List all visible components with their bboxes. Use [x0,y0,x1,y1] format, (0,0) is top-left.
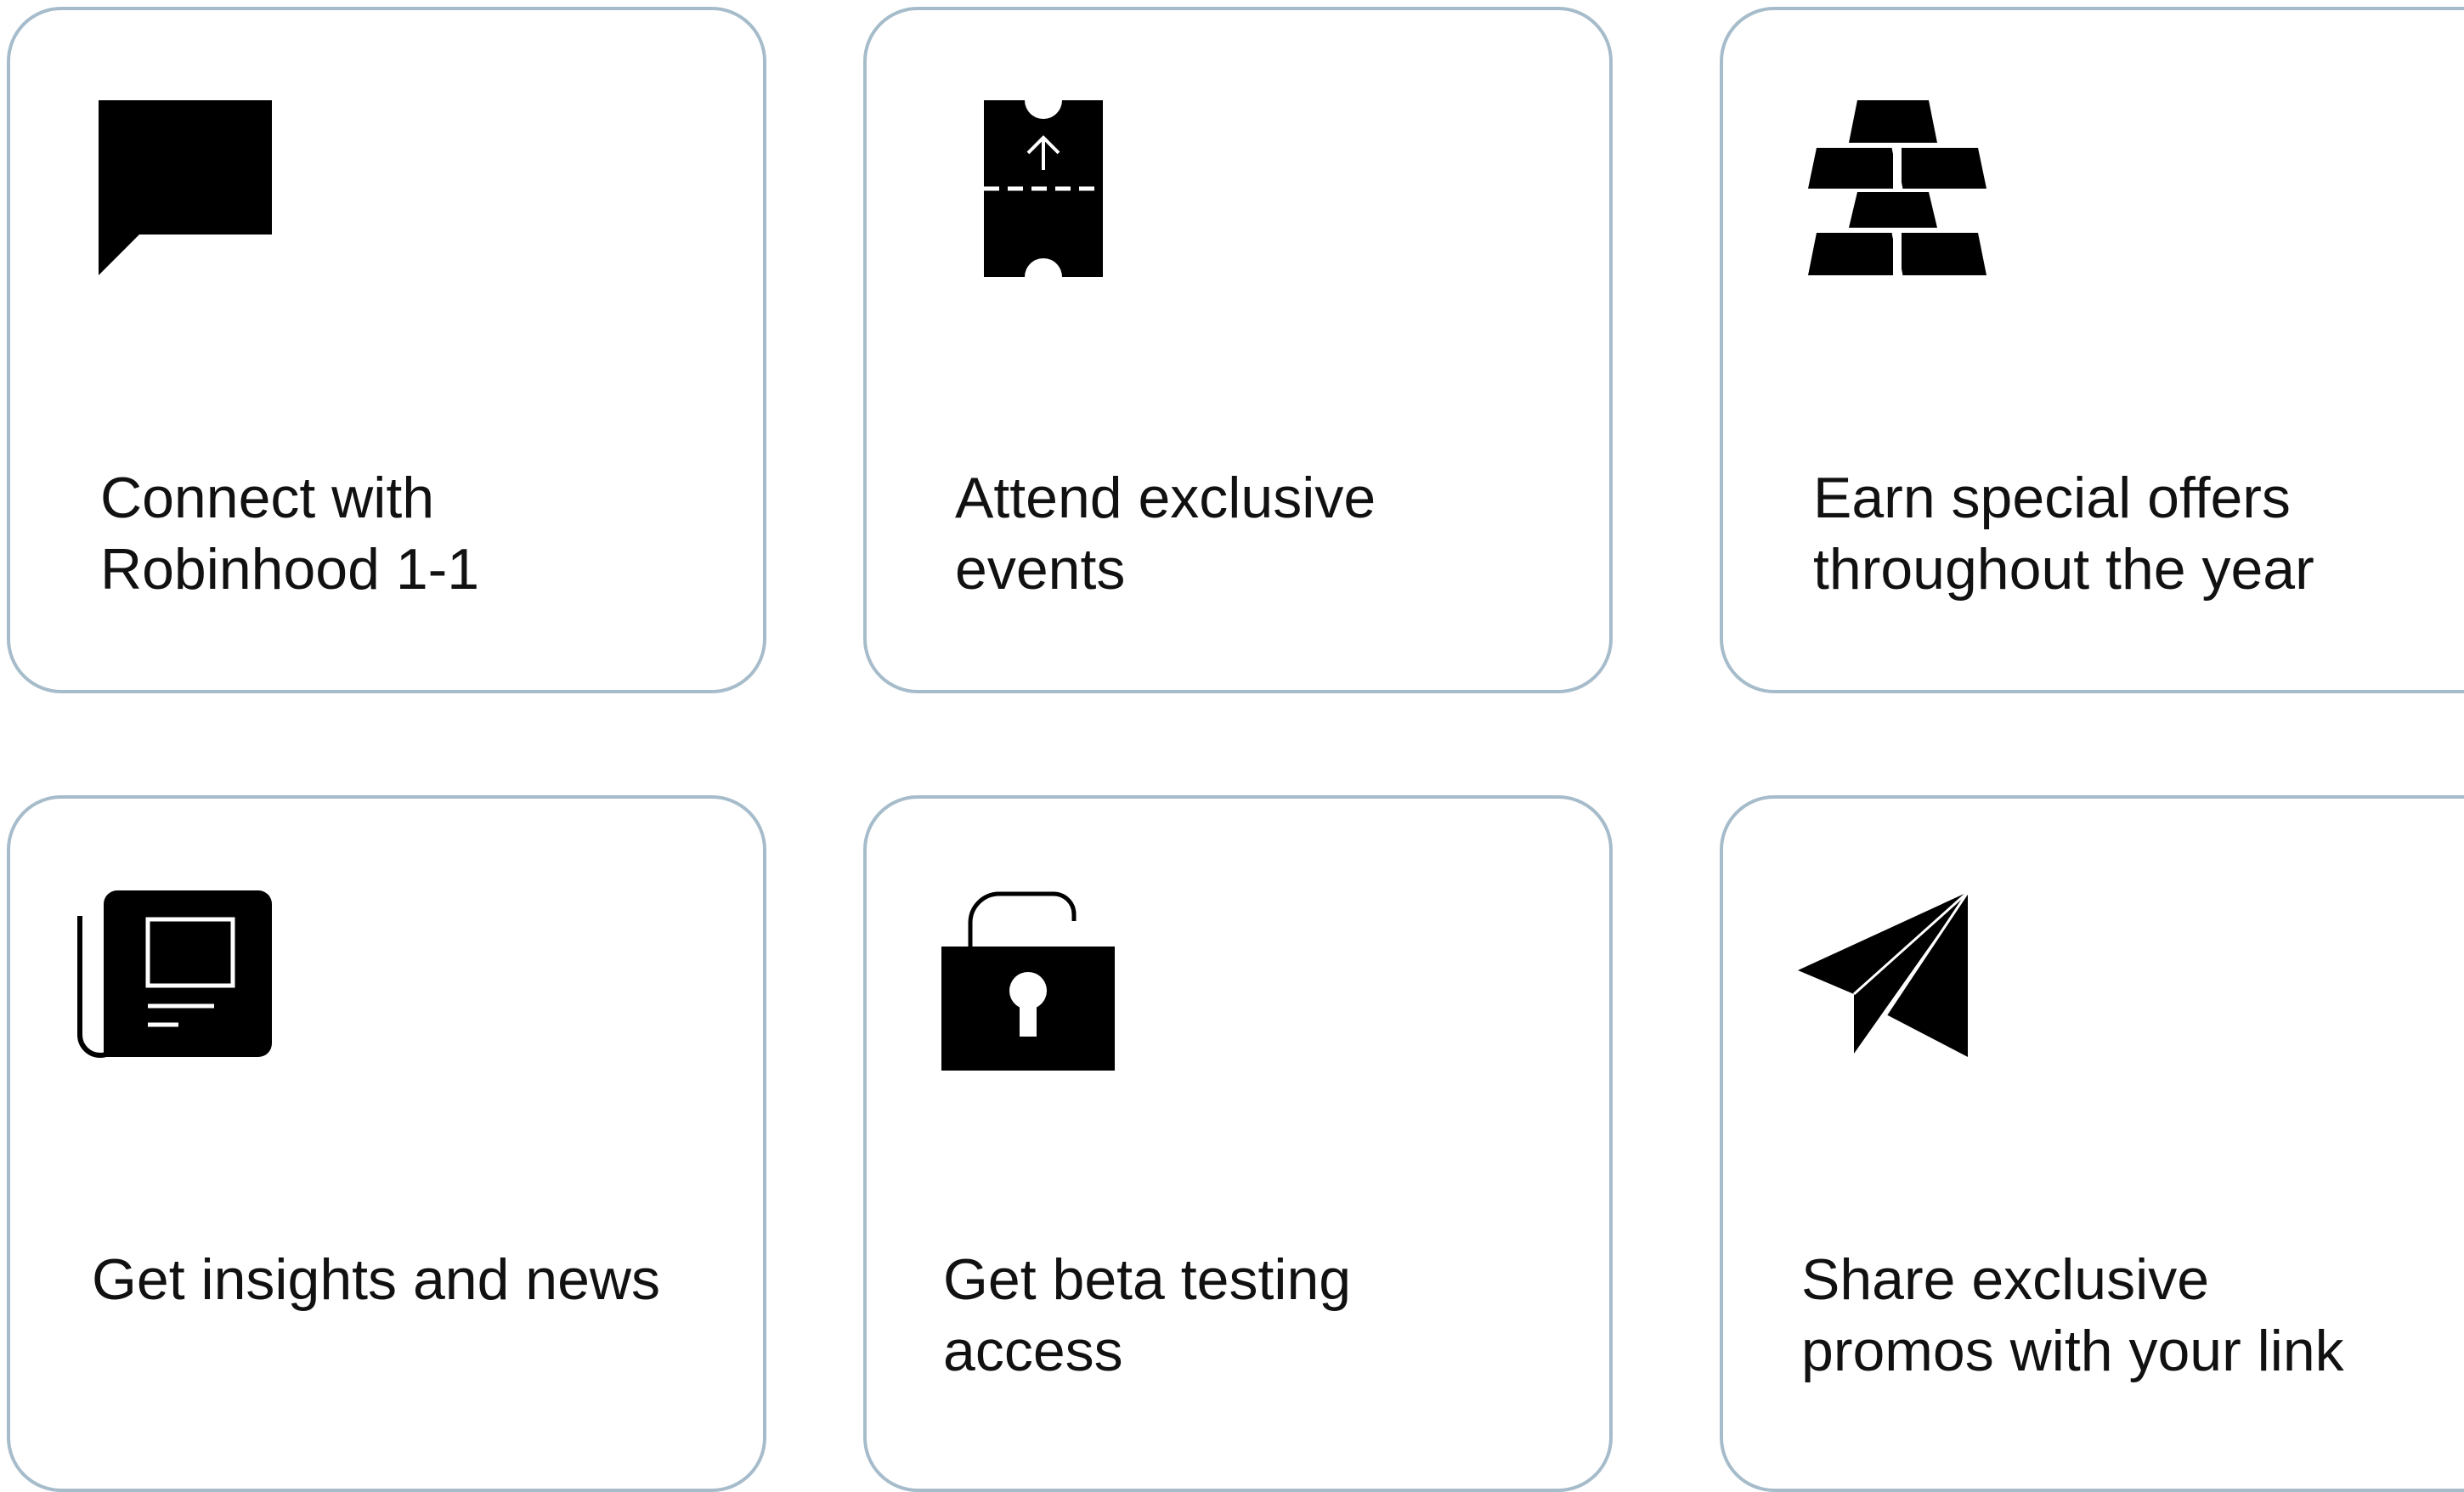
benefit-label-line: access [943,1319,1123,1383]
paper-plane-icon [1798,892,1968,1057]
benefit-card-connect[interactable]: Connect with Robinhood 1-1 [7,7,766,693]
benefit-label-line: promos with your link [1801,1319,2344,1383]
benefit-label: Share exclusive promos with your link [1801,1244,2344,1387]
unlocked-padlock-icon [941,891,1115,1071]
benefit-label-line: Get insights and news [92,1247,661,1312]
benefit-card-beta[interactable]: Get beta testing access [863,795,1613,1492]
benefit-label-line: throughout the year [1813,537,2314,602]
benefit-label-line: events [955,537,1126,602]
benefit-label-line: Connect with [100,466,435,530]
benefit-card-offers[interactable]: Earn special offers throughout the year [1720,7,2464,693]
benefit-card-promos[interactable]: Share exclusive promos with your link [1720,795,2464,1492]
benefit-label-line: Robinhood 1-1 [100,537,480,602]
benefit-label-line: Attend exclusive [955,466,1376,530]
gold-bars-icon [1808,100,1986,275]
newspaper-icon [77,890,272,1058]
benefit-card-events[interactable]: Attend exclusive events [863,7,1613,693]
benefit-label: Attend exclusive events [955,462,1376,605]
benefit-card-insights[interactable]: Get insights and news [7,795,766,1492]
benefit-label-line: Get beta testing [943,1247,1352,1312]
ticket-icon [984,100,1103,277]
benefit-label-line: Earn special offers [1813,466,2291,530]
benefit-label: Get insights and news [92,1244,660,1315]
chat-bubble-icon [99,100,272,275]
benefit-label-line: Share exclusive [1801,1247,2210,1312]
benefit-label: Connect with Robinhood 1-1 [100,462,479,605]
benefit-label: Get beta testing access [943,1244,1351,1387]
benefit-label: Earn special offers throughout the year [1813,462,2314,605]
